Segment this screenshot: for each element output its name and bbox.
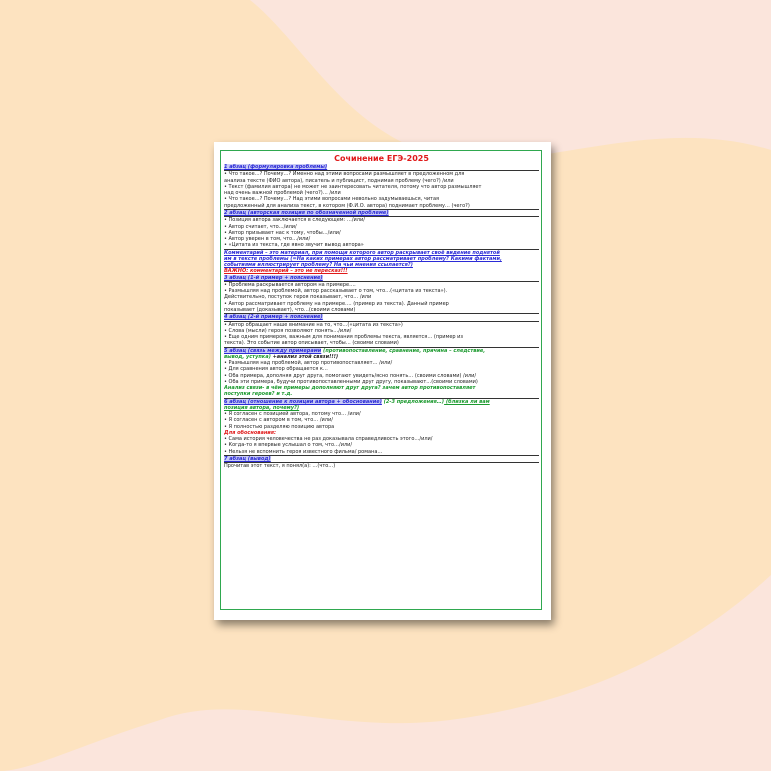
paragraph-4-heading-text: 4 абзац (2-й пример + пояснение) (224, 314, 323, 321)
document-sheet: Сочинение ЕГЭ-2025 1 абзац (формулировка… (214, 142, 551, 620)
analysis-text: Анализ связи- в чём примеры дополняют др… (224, 385, 476, 392)
paragraph-6-heading-line2: позиция автора, почему?) (224, 404, 300, 411)
document-frame: Сочинение ЕГЭ-2025 1 абзац (формулировка… (220, 150, 542, 610)
paragraph-6-heading-text: 6 абзац (отношение к позиции автора + об… (224, 398, 382, 405)
paragraph-5-heading-green2: вывод, уступка) (224, 353, 271, 360)
document-title: Сочинение ЕГЭ-2025 (334, 154, 429, 163)
analysis-text: поступки героев? и т.д. (224, 391, 293, 398)
comment-text: Комментарий – это материал, при помощи к… (224, 249, 500, 256)
paragraph-4-heading: 4 абзац (2-й пример + пояснение) (224, 313, 539, 322)
paragraph-5-heading-tail: +анализ этой связи!!!) (270, 353, 339, 360)
paragraph-2-heading-text: 2 абзац (авторская позиция по обозначенн… (224, 209, 389, 216)
paragraph-5-heading: 5 абзац (связь между примерами (противоп… (224, 346, 539, 354)
comment-text: событиями иллюстрирует проблему? На чьи … (224, 262, 413, 269)
justify-label-text: Для обоснования: (224, 429, 276, 436)
paragraph-5-heading-green: (противопоставление, сравнение, причина … (321, 347, 486, 354)
paragraph-3-heading: 3 абзац (1-й пример + пояснение) (224, 274, 539, 282)
paragraph-7-heading-text: 7 абзац (вывод) (224, 455, 271, 462)
paragraph-1-heading-text: 1 абзац (формулировка проблемы) (224, 164, 328, 170)
paragraph-3-heading-text: 3 абзац (1-й пример + пояснение) (224, 274, 323, 281)
paragraph-6-heading: 6 абзац (отношение к позиции автора + об… (224, 397, 539, 405)
paragraph-6-heading-green-u: (близка ли вам (444, 398, 490, 405)
paragraph-5-heading-text: 5 абзац (связь между примерами (224, 347, 322, 354)
paragraph-6-heading-green: (2-3 предложения…) (381, 398, 445, 405)
paragraph-1-heading: 1 абзац (формулировка проблемы) (224, 164, 539, 172)
important-note-text: ВАЖНО: комментарий – это не пересказ!!! (224, 268, 348, 275)
comment-text: им в тексте проблемы (=На каких примерах… (224, 255, 502, 262)
list-item: Прочитав этот текст, я понял(а): …(что…) (224, 463, 336, 470)
paragraph-2-heading: 2 абзац (авторская позиция по обозначенн… (224, 208, 539, 218)
paragraph-7-heading: 7 абзац (вывод) (224, 454, 539, 464)
comment-line: Комментарий – это материал, при помощи к… (224, 248, 539, 256)
